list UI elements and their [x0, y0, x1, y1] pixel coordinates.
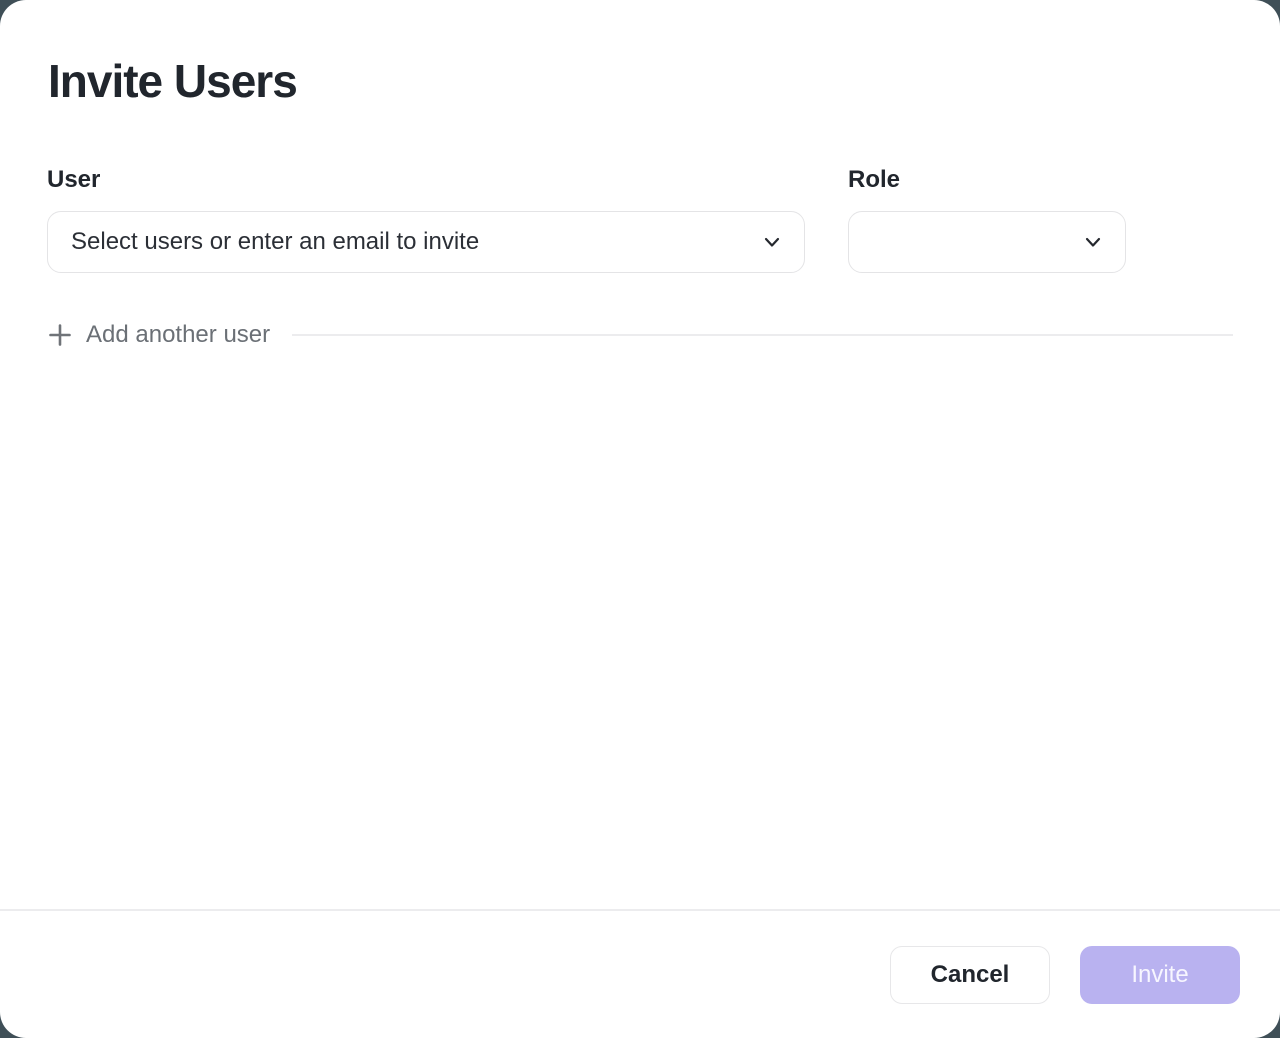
modal-footer: Cancel Invite: [0, 909, 1280, 1038]
invite-button[interactable]: Invite: [1080, 946, 1240, 1004]
cancel-button[interactable]: Cancel: [890, 946, 1050, 1004]
invite-form-row: User Select users or enter an email to i…: [47, 166, 1126, 273]
invite-users-modal: Invite Users User Select users or enter …: [0, 0, 1280, 1038]
horizontal-divider: [292, 334, 1233, 336]
user-field-label: User: [47, 166, 805, 194]
role-field-label: Role: [848, 166, 1126, 194]
plus-icon: [47, 322, 73, 348]
add-another-user-button[interactable]: Add another user: [47, 321, 270, 349]
user-field-group: User Select users or enter an email to i…: [47, 166, 805, 273]
chevron-down-icon: [762, 232, 782, 252]
user-select[interactable]: Select users or enter an email to invite: [47, 211, 805, 273]
add-user-row: Add another user: [47, 321, 1233, 349]
user-select-value: Select users or enter an email to invite: [71, 228, 479, 256]
role-field-group: Role: [848, 166, 1126, 273]
modal-title: Invite Users: [48, 54, 297, 108]
add-another-user-label: Add another user: [86, 321, 270, 349]
chevron-down-icon: [1083, 232, 1103, 252]
role-select[interactable]: [848, 211, 1126, 273]
